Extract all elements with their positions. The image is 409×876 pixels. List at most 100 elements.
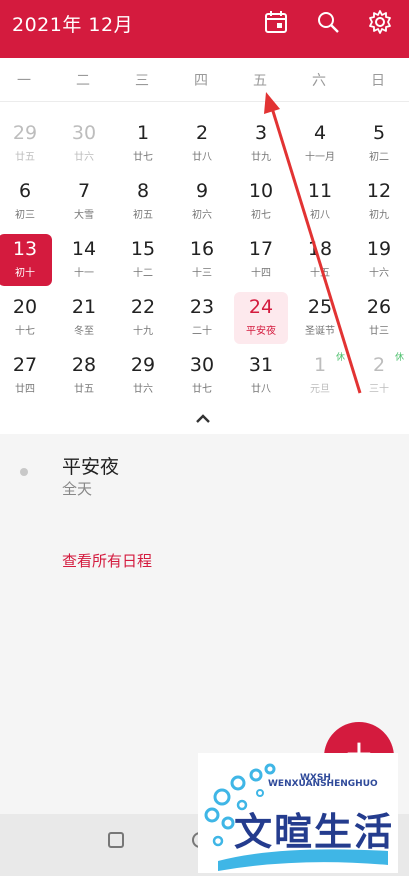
day-cell[interactable]: 1 廿七 <box>116 118 170 170</box>
day-cell[interactable]: 23 二十 <box>175 292 229 344</box>
lunar-label: 十六 <box>369 268 389 279</box>
day-cell[interactable]: 27 廿四 <box>0 350 52 402</box>
day-number: 5 <box>372 122 386 144</box>
day-cell[interactable]: 29 廿六 <box>116 350 170 402</box>
day-cell[interactable]: 22 十九 <box>116 292 170 344</box>
day-number: 24 <box>248 296 274 318</box>
day-cell[interactable]: 31 廿八 <box>234 350 288 402</box>
day-cell[interactable]: 24 平安夜 <box>234 292 288 344</box>
lunar-label: 大雪 <box>74 210 94 221</box>
lunar-label: 初三 <box>15 210 35 221</box>
day-number: 17 <box>248 238 274 260</box>
view-all-schedules-link[interactable]: 查看所有日程 <box>62 550 152 571</box>
day-cell[interactable]: 13 初十 <box>0 234 52 286</box>
day-number: 28 <box>71 354 97 376</box>
day-cell[interactable]: 16 十三 <box>175 234 229 286</box>
day-number: 21 <box>71 296 97 318</box>
event-dot-icon <box>20 468 28 476</box>
lunar-label: 廿八 <box>251 384 271 395</box>
gear-icon[interactable] <box>366 8 394 36</box>
watermark-title: 文暄生活 <box>234 810 395 854</box>
lunar-label: 廿三 <box>369 326 389 337</box>
weekday-label: 日 <box>371 73 385 89</box>
lunar-label: 冬至 <box>74 326 94 337</box>
lunar-label: 初六 <box>192 210 212 221</box>
lunar-label: 十三 <box>192 268 212 279</box>
recent-apps-icon[interactable] <box>108 832 124 848</box>
day-number: 29 <box>130 354 156 376</box>
day-number: 22 <box>130 296 156 318</box>
day-cell[interactable]: 30 廿六 <box>57 118 111 170</box>
day-number: 4 <box>313 122 327 144</box>
day-cell[interactable]: 12 初九 <box>352 176 406 228</box>
day-cell[interactable]: 15 十二 <box>116 234 170 286</box>
day-cell[interactable]: 18 十五 <box>293 234 347 286</box>
day-number: 20 <box>12 296 38 318</box>
collapse-chevron-icon[interactable] <box>190 410 216 428</box>
day-number: 26 <box>366 296 392 318</box>
lunar-label: 三十 <box>369 384 389 395</box>
day-cell[interactable]: 19 十六 <box>352 234 406 286</box>
watermark-pinyin: WENXUANSHENGHUO <box>268 779 378 789</box>
day-cell[interactable]: 7 大雪 <box>57 176 111 228</box>
event-title[interactable]: 平安夜 <box>62 452 119 479</box>
day-cell[interactable]: 11 初八 <box>293 176 347 228</box>
weekday-label: 六 <box>312 73 326 89</box>
day-cell[interactable]: 28 廿五 <box>57 350 111 402</box>
day-number: 14 <box>71 238 97 260</box>
day-cell[interactable]: 4 十一月 <box>293 118 347 170</box>
lunar-label: 平安夜 <box>246 326 276 337</box>
search-icon[interactable] <box>314 8 342 36</box>
lunar-label: 廿五 <box>74 384 94 395</box>
lunar-label: 廿六 <box>133 384 153 395</box>
weekday-label: 二 <box>76 73 90 89</box>
lunar-label: 二十 <box>192 326 212 337</box>
lunar-label: 初七 <box>251 210 271 221</box>
day-number: 27 <box>12 354 38 376</box>
day-number: 7 <box>77 180 91 202</box>
day-number: 19 <box>366 238 392 260</box>
day-number: 11 <box>307 180 333 202</box>
weekday-label: 三 <box>135 73 149 89</box>
lunar-label: 廿四 <box>15 384 35 395</box>
day-cell[interactable]: 26 廿三 <box>352 292 406 344</box>
lunar-label: 廿五 <box>15 152 35 163</box>
lunar-label: 廿七 <box>192 384 212 395</box>
day-number: 18 <box>307 238 333 260</box>
day-cell[interactable]: 9 初六 <box>175 176 229 228</box>
calendar-today-icon[interactable] <box>262 8 290 36</box>
day-cell[interactable]: 29 廿五 <box>0 118 52 170</box>
lunar-label: 初十 <box>15 268 35 279</box>
day-cell[interactable]: 21 冬至 <box>57 292 111 344</box>
lunar-label: 十一 <box>74 268 94 279</box>
day-cell[interactable]: 6 初三 <box>0 176 52 228</box>
day-cell[interactable]: 17 十四 <box>234 234 288 286</box>
weekday-label: 四 <box>194 73 208 89</box>
day-cell[interactable]: 1 元旦休 <box>293 350 347 402</box>
lunar-label: 初八 <box>310 210 330 221</box>
lunar-label: 廿七 <box>133 152 153 163</box>
event-subtitle: 全天 <box>62 480 93 498</box>
day-cell[interactable]: 20 十七 <box>0 292 52 344</box>
day-number: 12 <box>366 180 392 202</box>
day-cell[interactable]: 2 廿八 <box>175 118 229 170</box>
month-title[interactable]: 2021年 12月 <box>12 10 133 37</box>
day-cell[interactable]: 30 廿七 <box>175 350 229 402</box>
day-cell[interactable]: 5 初二 <box>352 118 406 170</box>
lunar-label: 廿八 <box>192 152 212 163</box>
day-number: 10 <box>248 180 274 202</box>
weekday-label: 一 <box>17 73 31 89</box>
lunar-label: 廿六 <box>74 152 94 163</box>
day-cell[interactable]: 10 初七 <box>234 176 288 228</box>
day-number: 6 <box>18 180 32 202</box>
lunar-label: 初五 <box>133 210 153 221</box>
day-cell[interactable]: 2 三十休 <box>352 350 406 402</box>
day-cell[interactable]: 25 圣诞节 <box>293 292 347 344</box>
weekday-label: 五 <box>253 73 267 89</box>
day-number: 3 <box>254 122 268 144</box>
day-cell[interactable]: 14 十一 <box>57 234 111 286</box>
day-cell[interactable]: 8 初五 <box>116 176 170 228</box>
day-cell[interactable]: 3 廿九 <box>234 118 288 170</box>
watermark-logo: WXSH WENXUANSHENGHUO 文暄生活 <box>198 753 398 873</box>
lunar-label: 圣诞节 <box>305 326 335 337</box>
